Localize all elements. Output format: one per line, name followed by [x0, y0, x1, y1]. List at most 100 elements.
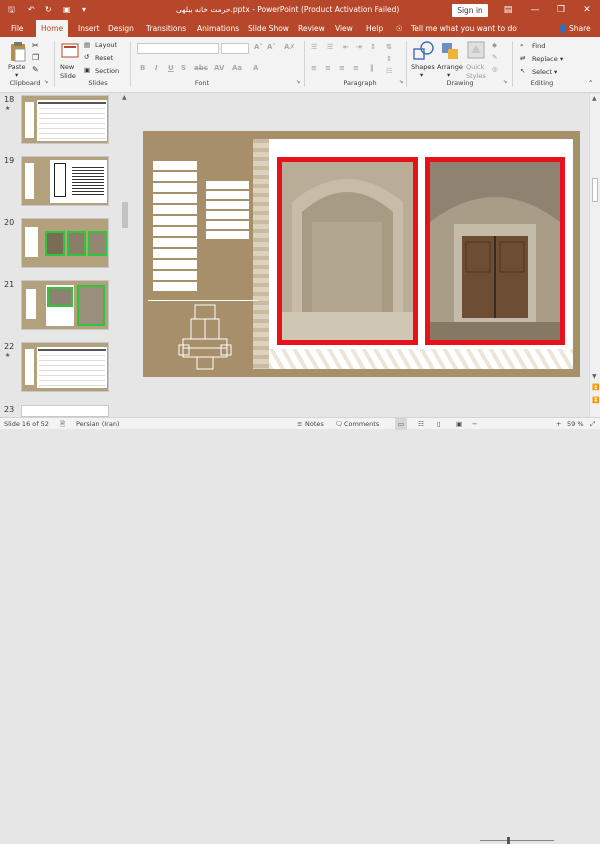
- next-slide-icon[interactable]: ⏬: [592, 397, 599, 404]
- slide-thumbnail-21[interactable]: [21, 280, 109, 330]
- notes-button[interactable]: Notes: [305, 418, 324, 430]
- slide-show-icon[interactable]: ▣: [456, 418, 462, 430]
- customize-toolbar-icon[interactable]: ▾: [82, 0, 86, 20]
- photo-arched-wall[interactable]: [277, 157, 418, 345]
- replace-icon[interactable]: ⇄: [520, 54, 525, 62]
- scroll-up-icon[interactable]: ▲: [122, 94, 127, 101]
- slide-scrollbar[interactable]: ▲ ▼ ⏫ ⏬: [589, 94, 600, 417]
- select-button[interactable]: Select: [532, 68, 552, 76]
- zoom-out-icon[interactable]: −: [472, 418, 477, 430]
- collapse-ribbon-icon[interactable]: ⌃: [588, 79, 593, 87]
- columns-icon[interactable]: ‖: [370, 64, 374, 72]
- font-size-field[interactable]: [221, 43, 249, 54]
- format-painter-icon[interactable]: ✎: [32, 65, 39, 74]
- arrange-button[interactable]: Arrange: [437, 63, 463, 71]
- new-slide-icon[interactable]: [61, 42, 79, 60]
- normal-view-icon[interactable]: ▭: [395, 418, 408, 430]
- redo-icon[interactable]: ↻: [45, 0, 52, 20]
- shapes-button[interactable]: Shapes: [411, 63, 435, 71]
- undo-icon[interactable]: ↶: [28, 0, 35, 20]
- paste-dropdown-icon[interactable]: ▾: [15, 71, 18, 79]
- align-center-icon[interactable]: ≡: [325, 64, 331, 72]
- strikethrough-icon[interactable]: abc: [194, 64, 208, 72]
- bold-icon[interactable]: B: [140, 64, 145, 72]
- justify-icon[interactable]: ≡: [353, 64, 359, 72]
- character-spacing-icon[interactable]: AV: [214, 64, 224, 72]
- comments-button[interactable]: Comments: [344, 418, 379, 430]
- shape-effects-icon[interactable]: ◎: [492, 65, 498, 73]
- fit-to-window-icon[interactable]: ⤢: [590, 418, 595, 430]
- layout-button[interactable]: Layout: [95, 41, 117, 49]
- tab-home[interactable]: Home: [36, 20, 69, 37]
- scroll-thumb[interactable]: [592, 178, 598, 202]
- replace-button[interactable]: Replace: [532, 55, 558, 63]
- arrange-dropdown-icon[interactable]: ▾: [447, 71, 450, 79]
- tab-help[interactable]: Help: [366, 20, 383, 37]
- scroll-up-icon[interactable]: ▲: [592, 95, 597, 102]
- find-button[interactable]: Find: [532, 42, 545, 50]
- thumbnail-scrollbar[interactable]: ▲: [121, 94, 130, 417]
- reading-view-icon[interactable]: ▯: [437, 418, 441, 430]
- slide-thumbnail-20[interactable]: [21, 218, 109, 268]
- align-text-icon[interactable]: ↕: [386, 55, 392, 63]
- comments-icon[interactable]: 🗨: [335, 418, 343, 430]
- close-button[interactable]: ✕: [578, 0, 596, 20]
- increase-font-size-icon[interactable]: A˄: [254, 43, 263, 51]
- layout-icon[interactable]: ▤: [84, 41, 90, 49]
- change-case-icon[interactable]: Aa: [232, 64, 242, 72]
- align-right-icon[interactable]: ≡: [339, 64, 345, 72]
- copy-icon[interactable]: ❐: [32, 53, 39, 62]
- paste-button[interactable]: Paste: [8, 63, 26, 71]
- arrange-icon[interactable]: [440, 41, 460, 61]
- section-icon[interactable]: ▣: [84, 66, 90, 74]
- scroll-down-icon[interactable]: ▼: [592, 373, 597, 380]
- shapes-dropdown-icon[interactable]: ▾: [420, 71, 423, 79]
- restore-button[interactable]: ❐: [552, 0, 570, 20]
- previous-slide-icon[interactable]: ⏫: [592, 384, 599, 391]
- notes-icon[interactable]: ≡: [297, 418, 302, 430]
- minimize-button[interactable]: —: [526, 0, 544, 20]
- sign-in-button[interactable]: Sign in: [452, 4, 488, 17]
- zoom-slider-thumb[interactable]: [507, 837, 510, 844]
- shadow-icon[interactable]: S: [181, 64, 186, 72]
- replace-dropdown-icon[interactable]: ▾: [560, 55, 563, 63]
- reset-icon[interactable]: ↺: [84, 53, 89, 61]
- select-dropdown-icon[interactable]: ▾: [554, 68, 557, 76]
- select-icon[interactable]: ↖: [520, 67, 525, 75]
- underline-icon[interactable]: U: [168, 64, 174, 72]
- tab-slide-show[interactable]: Slide Show: [248, 20, 289, 37]
- reset-button[interactable]: Reset: [95, 54, 113, 62]
- text-direction-icon[interactable]: ⇅: [386, 43, 392, 51]
- section-button[interactable]: Section: [95, 67, 119, 75]
- zoom-in-icon[interactable]: +: [556, 418, 561, 430]
- bullets-icon[interactable]: ☰: [311, 43, 317, 51]
- photo-wooden-door[interactable]: [425, 157, 565, 345]
- decrease-indent-icon[interactable]: ⇤: [343, 43, 349, 51]
- font-color-icon[interactable]: A: [253, 64, 258, 72]
- decrease-font-size-icon[interactable]: A˅: [267, 43, 276, 51]
- shapes-icon[interactable]: [413, 41, 435, 61]
- cut-icon[interactable]: ✂: [32, 41, 39, 50]
- zoom-slider[interactable]: [480, 840, 554, 841]
- share-button[interactable]: Share: [569, 20, 591, 37]
- tab-file[interactable]: File: [11, 20, 24, 37]
- slide-thumbnail-22[interactable]: [21, 342, 109, 392]
- italic-icon[interactable]: I: [155, 64, 158, 72]
- clipboard-launcher-icon[interactable]: ↘: [44, 79, 48, 85]
- language-indicator[interactable]: Persian (Iran): [76, 418, 120, 430]
- spelling-icon[interactable]: 🖹: [60, 418, 65, 430]
- save-icon[interactable]: 🖫: [8, 0, 15, 20]
- clear-formatting-icon[interactable]: A✗: [284, 43, 295, 51]
- shape-fill-icon[interactable]: ◆: [492, 41, 497, 49]
- tab-animations[interactable]: Animations: [197, 20, 239, 37]
- line-spacing-icon[interactable]: ↕: [370, 43, 376, 51]
- tab-review[interactable]: Review: [298, 20, 325, 37]
- quick-styles-icon[interactable]: [467, 41, 485, 59]
- zoom-level[interactable]: 59 %: [567, 418, 584, 430]
- paste-icon[interactable]: [9, 41, 27, 63]
- current-slide[interactable]: [143, 131, 580, 377]
- shape-outline-icon[interactable]: ✎: [492, 53, 497, 61]
- slide-thumbnail-23[interactable]: [21, 405, 109, 417]
- drawing-launcher-icon[interactable]: ↘: [503, 79, 507, 85]
- slide-thumbnail-18[interactable]: [21, 95, 109, 144]
